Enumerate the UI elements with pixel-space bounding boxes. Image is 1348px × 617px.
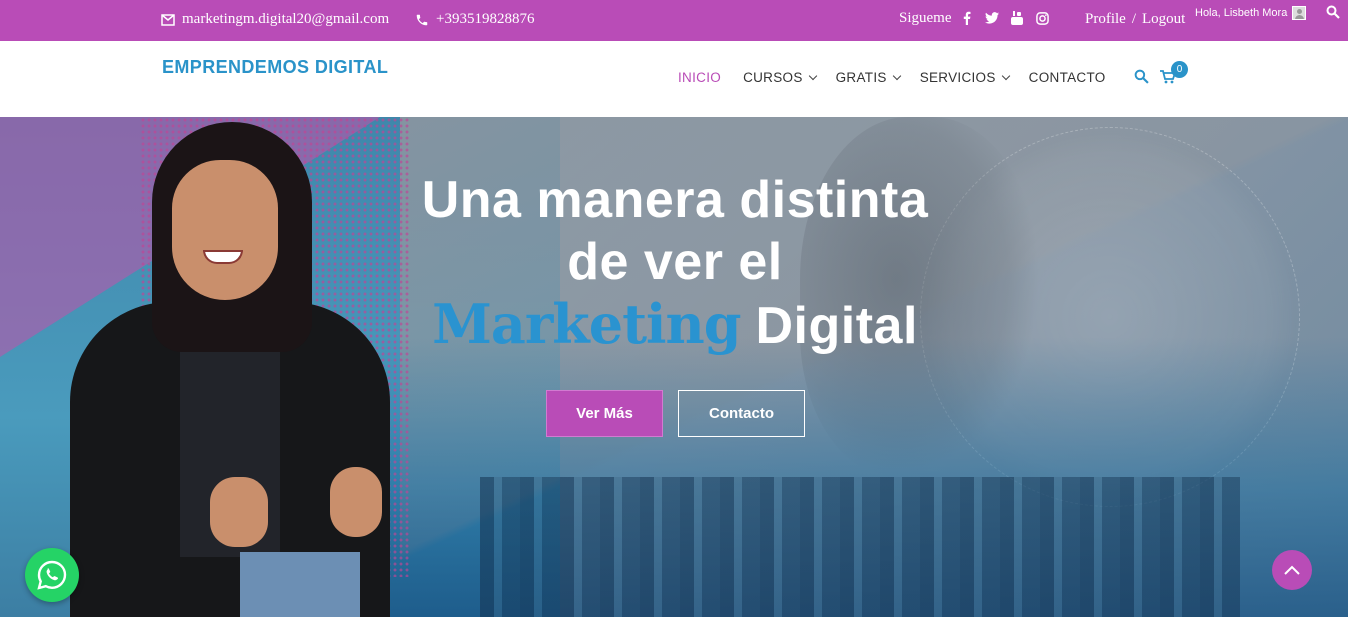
nav-label: CONTACTO bbox=[1028, 70, 1106, 85]
headline-highlight: Marketing bbox=[432, 292, 741, 356]
email-link[interactable]: marketingm.digital20@gmail.com bbox=[161, 11, 389, 28]
hero-headline: Una manera distinta de ver el Marketing … bbox=[300, 169, 1050, 357]
search-icon[interactable] bbox=[1326, 5, 1340, 24]
nav-item-cursos[interactable]: CURSOS bbox=[743, 70, 817, 85]
phone-link[interactable]: +393519828876 bbox=[415, 11, 534, 28]
nav-label: CURSOS bbox=[743, 70, 803, 85]
nav-item-servicios[interactable]: SERVICIOS bbox=[919, 70, 1010, 85]
separator: / bbox=[1131, 11, 1136, 27]
instagram-icon[interactable] bbox=[1035, 10, 1049, 26]
top-bar: marketingm.digital20@gmail.com +39351982… bbox=[0, 0, 1348, 41]
hero-section: Una manera distinta de ver el Marketing … bbox=[0, 117, 1348, 617]
avatar bbox=[1292, 6, 1307, 20]
nav-label: INICIO bbox=[678, 70, 722, 85]
user-links: Profile / Logout bbox=[1085, 11, 1185, 28]
site-logo[interactable]: EMPRENDEMOS DIGITAL bbox=[162, 57, 388, 78]
chevron-down-icon bbox=[892, 71, 901, 80]
scroll-to-top-button[interactable] bbox=[1272, 550, 1312, 590]
city-skyline bbox=[480, 477, 1240, 617]
social-links bbox=[960, 10, 1049, 26]
sigueme-label: Sigueme bbox=[899, 10, 952, 26]
user-greeting[interactable]: Hola, Lisbeth Mora bbox=[1195, 6, 1307, 20]
phone-icon bbox=[416, 14, 428, 25]
main-nav: INICIO CURSOS GRATIS SERVICIOS CONTACTO bbox=[678, 70, 1106, 85]
facebook-icon[interactable] bbox=[960, 10, 974, 26]
envelope-icon bbox=[161, 13, 175, 26]
headline-line-3: Digital bbox=[755, 297, 918, 355]
nav-item-inicio[interactable]: INICIO bbox=[678, 70, 721, 85]
ver-mas-button[interactable]: Ver Más bbox=[546, 390, 663, 437]
contacto-button[interactable]: Contacto bbox=[678, 390, 805, 437]
headline-line-2: de ver el bbox=[567, 233, 783, 291]
chevron-down-icon bbox=[808, 71, 817, 80]
whatsapp-button[interactable] bbox=[25, 548, 79, 602]
nav-item-contacto[interactable]: CONTACTO bbox=[1029, 70, 1106, 85]
headline-line-1: Una manera distinta bbox=[421, 171, 929, 229]
chevron-up-icon bbox=[1284, 565, 1300, 575]
nav-item-gratis[interactable]: GRATIS bbox=[835, 70, 901, 85]
logout-link[interactable]: Logout bbox=[1142, 11, 1185, 28]
phone-text: +393519828876 bbox=[436, 11, 535, 27]
profile-link[interactable]: Profile bbox=[1085, 11, 1126, 28]
youtube-icon[interactable] bbox=[1010, 10, 1024, 26]
whatsapp-icon bbox=[37, 560, 67, 590]
nav-label: GRATIS bbox=[835, 70, 887, 85]
main-header: EMPRENDEMOS DIGITAL INICIO CURSOS GRATIS… bbox=[0, 41, 1348, 117]
chevron-down-icon bbox=[1001, 71, 1010, 80]
greeting-text: Hola, Lisbeth Mora bbox=[1195, 7, 1288, 19]
nav-label: SERVICIOS bbox=[919, 70, 996, 85]
email-text: marketingm.digital20@gmail.com bbox=[182, 11, 390, 27]
cart-count-badge[interactable]: 0 bbox=[1171, 61, 1188, 78]
search-icon[interactable] bbox=[1134, 69, 1149, 89]
twitter-icon[interactable] bbox=[985, 10, 999, 26]
